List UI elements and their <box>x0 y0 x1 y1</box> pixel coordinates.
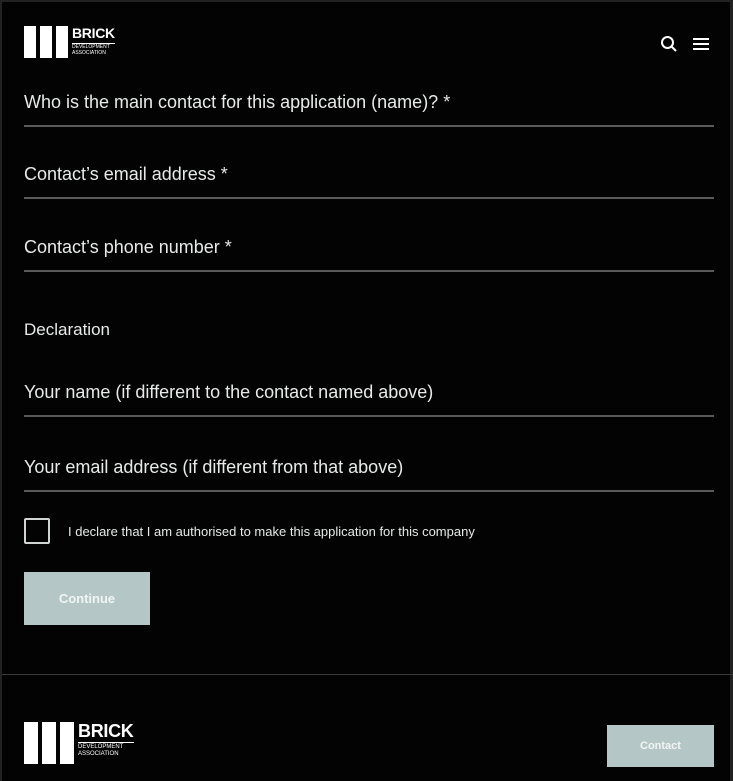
header-actions <box>660 35 710 53</box>
footer-brand-logo[interactable]: BRICK DEVELOPMENT ASSOCIATION <box>24 722 134 764</box>
logo-text: BRICK DEVELOPMENT ASSOCIATION <box>72 26 115 56</box>
your-name-field[interactable]: Your name (if different to the contact n… <box>24 382 714 417</box>
your-email-label: Your email address (if different from th… <box>24 457 404 477</box>
logo-bars <box>24 26 68 58</box>
footer-divider <box>2 674 733 675</box>
contact-name-field[interactable]: Who is the main contact for this applica… <box>24 92 714 127</box>
logo-bar <box>40 26 52 58</box>
contact-name-label: Who is the main contact for this applica… <box>24 92 451 112</box>
logo-sub-line2: ASSOCIATION <box>78 751 119 757</box>
search-icon[interactable] <box>660 35 678 53</box>
contact-email-label: Contact’s email address * <box>24 164 228 184</box>
logo-bar <box>60 722 74 764</box>
your-email-field[interactable]: Your email address (if different from th… <box>24 457 714 492</box>
continue-button[interactable]: Continue <box>24 572 150 625</box>
logo-bar <box>24 722 38 764</box>
logo-subtitle: DEVELOPMENT ASSOCIATION <box>72 43 115 56</box>
declaration-heading: Declaration <box>24 320 110 339</box>
contact-email-field[interactable]: Contact’s email address * <box>24 164 714 199</box>
logo-sub-line1: DEVELOPMENT <box>78 744 124 750</box>
logo-sub-line2: ASSOCIATION <box>72 49 106 56</box>
your-name-label: Your name (if different to the contact n… <box>24 382 434 402</box>
menu-icon[interactable] <box>692 35 710 53</box>
declaration-checkbox-label[interactable]: I declare that I am authorised to make t… <box>68 524 475 539</box>
logo-bar <box>56 26 68 58</box>
logo-wordmark: BRICK <box>72 25 115 41</box>
logo-text: BRICK DEVELOPMENT ASSOCIATION <box>78 722 134 758</box>
contact-phone-field[interactable]: Contact’s phone number * <box>24 237 714 272</box>
logo-wordmark: BRICK <box>78 721 134 741</box>
page: BRICK DEVELOPMENT ASSOCIATION Who is the… <box>0 0 733 781</box>
brand-logo[interactable]: BRICK DEVELOPMENT ASSOCIATION <box>24 26 115 58</box>
contact-phone-label: Contact’s phone number * <box>24 237 232 257</box>
logo-bar <box>24 26 36 58</box>
logo-bars <box>24 722 74 764</box>
contact-button[interactable]: Contact <box>607 725 714 767</box>
logo-subtitle: DEVELOPMENT ASSOCIATION <box>78 742 134 758</box>
declaration-checkbox-row: I declare that I am authorised to make t… <box>24 518 475 544</box>
declaration-checkbox[interactable] <box>24 518 50 544</box>
logo-bar <box>42 722 56 764</box>
